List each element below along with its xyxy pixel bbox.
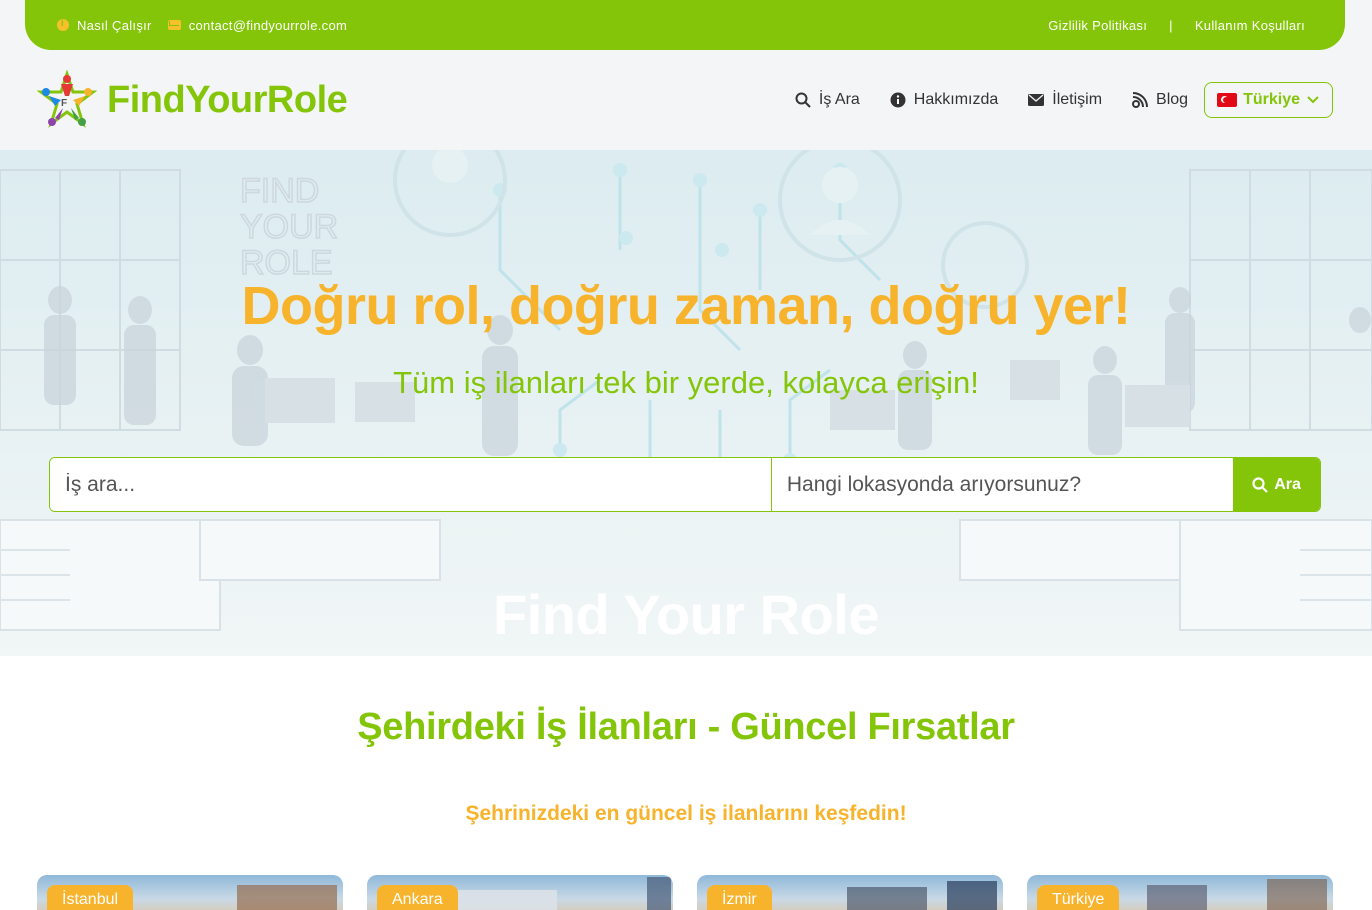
blog-icon — [1132, 92, 1149, 108]
svg-text:F: F — [61, 98, 67, 109]
star-people-logo-icon: F — [37, 70, 97, 128]
terms-link[interactable]: Kullanım Koşulları — [1195, 18, 1305, 33]
top-bar: Nasıl Çalışır contact@findyourrole.com G… — [25, 0, 1345, 50]
search-icon — [795, 92, 811, 108]
brand-name: FindYourRole — [107, 78, 348, 121]
city-image-tower — [947, 881, 997, 910]
city-tag: Ankara — [377, 885, 458, 910]
info-icon — [57, 18, 69, 31]
site-header: F FindYourRole İş Ara Hakkımızda İletişi… — [0, 50, 1372, 150]
country-label: Türkiye — [1243, 91, 1300, 108]
city-image-building — [1147, 885, 1207, 910]
city-card-ankara[interactable]: Ankara — [367, 875, 673, 910]
nav-blog[interactable]: Blog — [1132, 91, 1188, 109]
nav-about-label: Hakkımızda — [913, 91, 999, 108]
search-icon — [1252, 476, 1268, 493]
city-tag: İstanbul — [47, 885, 134, 910]
city-card-turkiye[interactable]: Türkiye — [1027, 875, 1333, 910]
top-bar-separator: | — [1169, 17, 1173, 33]
country-selector[interactable]: Türkiye — [1204, 82, 1333, 118]
search-button-label: Ara — [1274, 475, 1301, 493]
section-title: Şehirdeki İş İlanları - Güncel Fırsatlar — [357, 706, 1015, 748]
hero-title: Doğru rol, doğru zaman, doğru yer! — [241, 276, 1131, 336]
privacy-link[interactable]: Gizlilik Politikası — [1048, 18, 1147, 33]
how-it-works-label: Nasıl Çalışır — [77, 17, 152, 33]
section-subtitle: Şehrinizdeki en güncel iş ilanlarını keş… — [465, 802, 907, 825]
email-link[interactable]: contact@findyourrole.com — [167, 17, 348, 33]
svg-text:FIND: FIND — [240, 172, 319, 210]
nav-contact[interactable]: İletişim — [1028, 91, 1102, 109]
info-circle-icon — [890, 92, 906, 108]
search-button[interactable]: Ara — [1233, 458, 1320, 511]
nav-search-jobs[interactable]: İş Ara — [795, 91, 860, 109]
email-label: contact@findyourrole.com — [188, 17, 348, 33]
city-tag: Türkiye — [1037, 885, 1120, 910]
logo-link[interactable]: F FindYourRole — [37, 70, 348, 130]
city-tag: İzmir — [707, 885, 772, 910]
turkey-flag-icon — [1217, 93, 1238, 107]
top-bar-right: Gizlilik Politikası | Kullanım Koşulları — [1048, 18, 1305, 33]
city-jobs-section: Şehirdeki İş İlanları - Güncel Fırsatlar… — [0, 656, 1372, 910]
how-it-works-link[interactable]: Nasıl Çalışır — [57, 18, 152, 33]
city-image-building — [447, 890, 557, 910]
nav-about[interactable]: Hakkımızda — [890, 91, 998, 109]
hero-watermark: Find Your Role — [492, 583, 880, 646]
top-bar-left: Nasıl Çalışır contact@findyourrole.com — [57, 18, 347, 33]
nav-search-jobs-label: İş Ara — [818, 91, 860, 108]
envelope-icon — [167, 20, 181, 30]
location-search-input[interactable] — [771, 458, 1234, 511]
envelope-icon — [1028, 94, 1045, 106]
city-card-istanbul[interactable]: İstanbul — [37, 875, 343, 910]
job-search-input[interactable] — [50, 458, 772, 511]
hero-subtitle: Tüm iş ilanları tek bir yerde, kolayca e… — [393, 365, 979, 400]
city-image-tower — [647, 877, 671, 910]
city-image-tower — [1267, 879, 1327, 910]
nav-blog-label: Blog — [1156, 91, 1189, 108]
main-nav: İş Ara Hakkımızda İletişim Blog Türkiye — [795, 82, 1333, 118]
nav-contact-label: İletişim — [1052, 91, 1103, 108]
svg-text:YOUR: YOUR — [240, 208, 338, 246]
city-image-building — [847, 887, 927, 910]
chevron-down-icon — [1307, 96, 1319, 104]
hero-section: FIND YOUR ROLE Doğru rol, doğru zaman, d… — [0, 150, 1372, 656]
office-background-image: FIND YOUR ROLE — [0, 150, 1372, 656]
city-card-izmir[interactable]: İzmir — [697, 875, 1003, 910]
job-search-form: Ara — [49, 457, 1321, 512]
city-image-building — [237, 885, 337, 910]
